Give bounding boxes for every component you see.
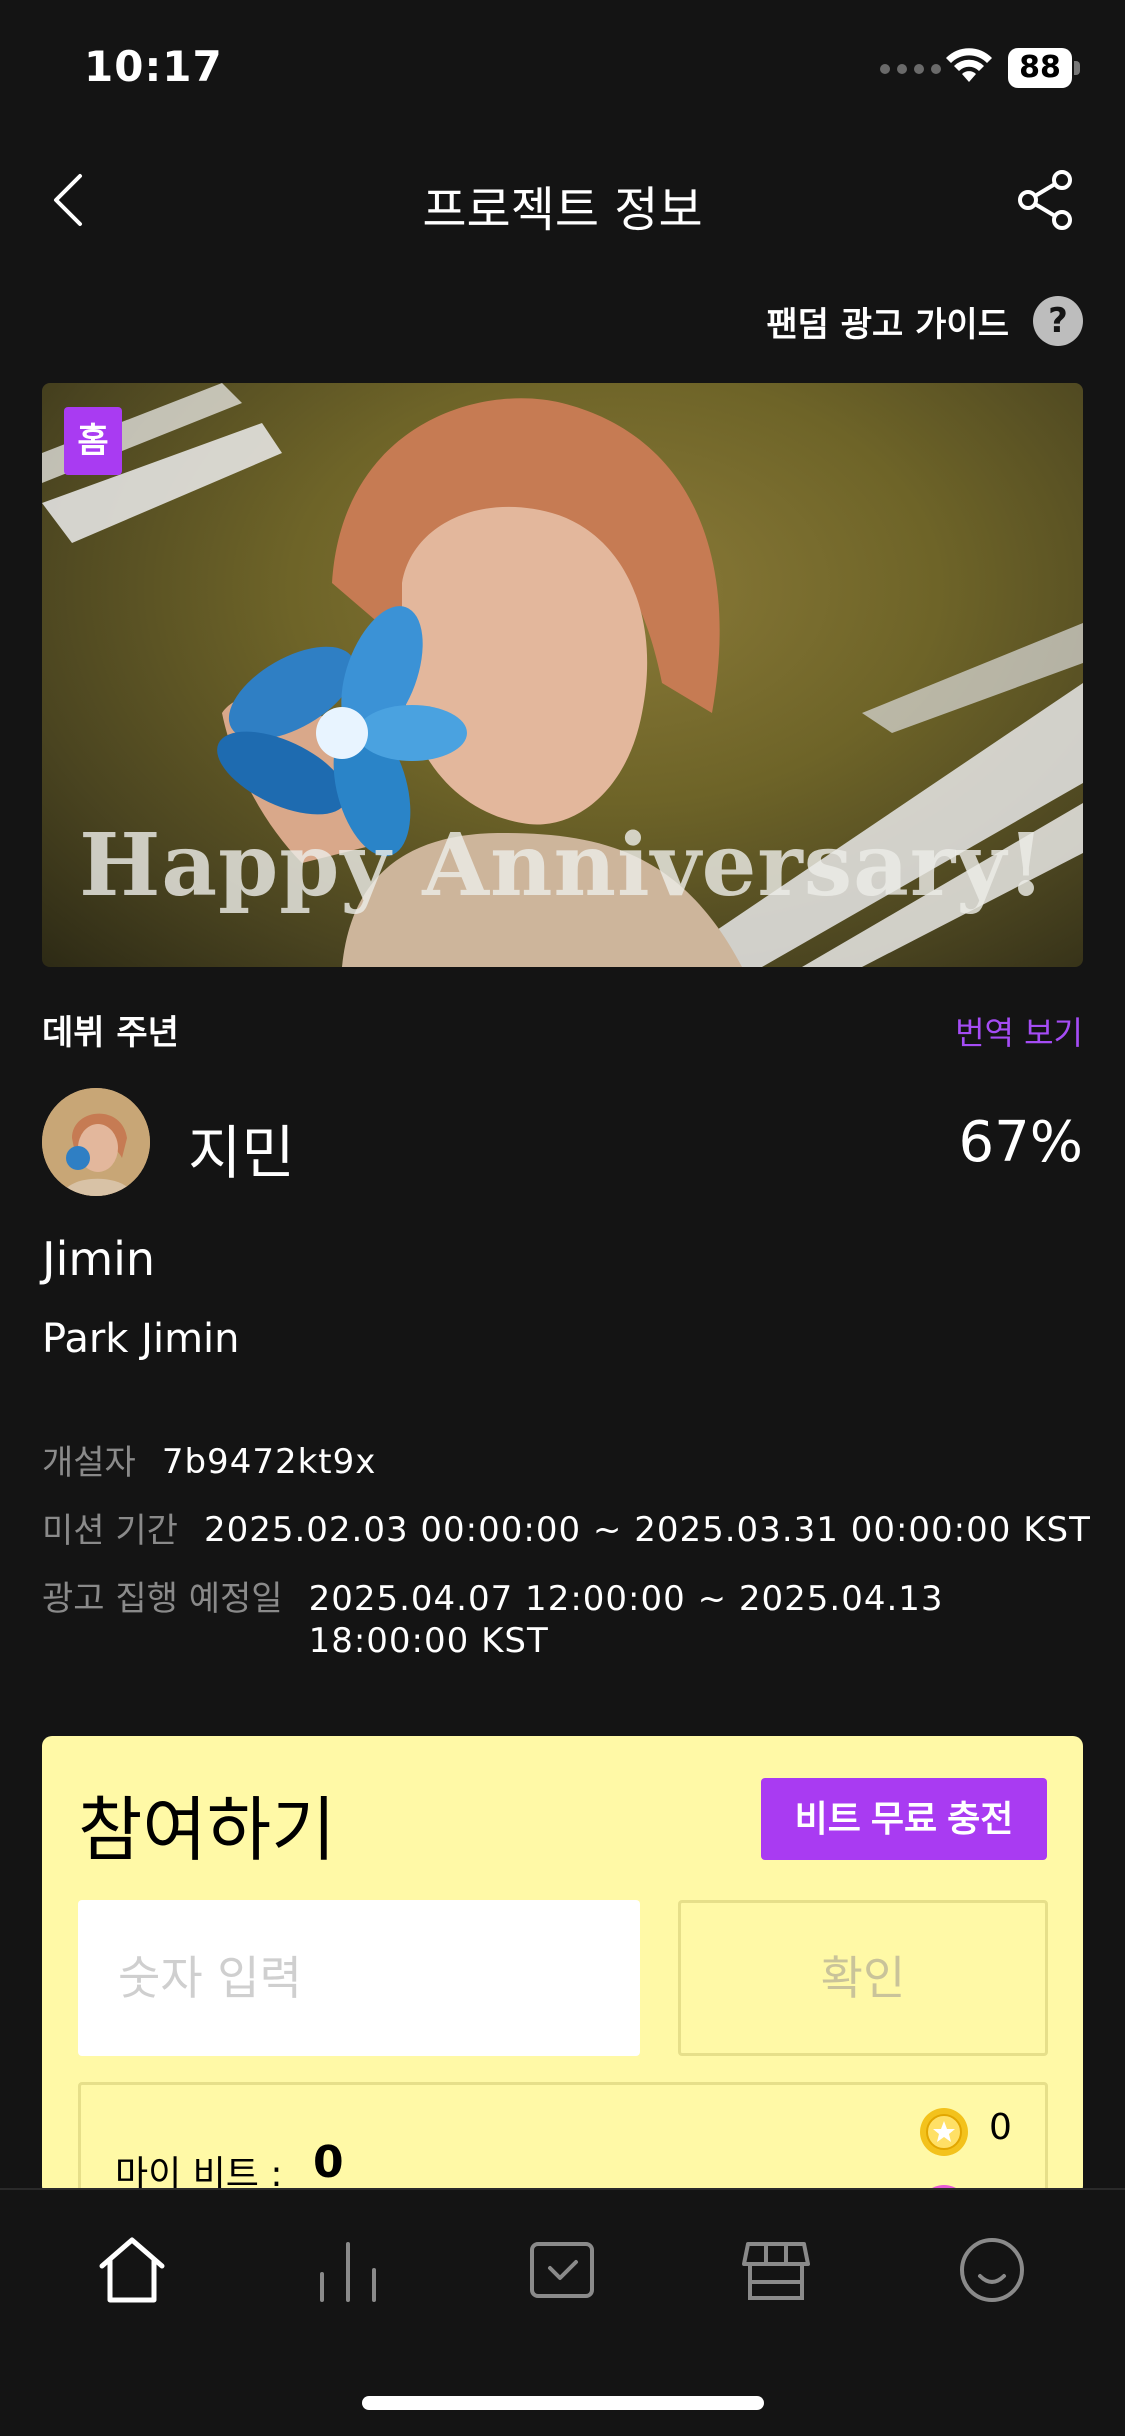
banner-caption: Happy Anniversary!	[79, 815, 1046, 916]
progress-percent: 67%	[958, 1110, 1083, 1175]
mission-period-label: 미션 기간	[42, 1511, 178, 1551]
ad-schedule-row: 광고 집행 예정일 2025.04.07 12:00:00 ~ 2025.04.…	[42, 1578, 1069, 1662]
status-bar: 10:17 88	[0, 0, 1125, 140]
project-name: 데뷔 주년	[42, 1013, 179, 1053]
creator-value: 7b9472kt9x	[161, 1442, 377, 1482]
page-title: 프로젝트 정보	[422, 182, 703, 238]
mission-period-row: 미션 기간 2025.02.03 00:00:00 ~ 2025.03.31 0…	[42, 1510, 1091, 1552]
status-time: 10:17	[84, 42, 223, 91]
creator-row: 개설자 7b9472kt9x	[42, 1442, 376, 1484]
gold-coin-icon	[920, 2108, 968, 2156]
home-badge: 홈	[64, 407, 122, 475]
inbox-icon[interactable]	[522, 2230, 602, 2310]
participate-card: 참여하기 비트 무료 충전 확인 마이 비트 : 0 0	[42, 1736, 1083, 2196]
artist-full-name: Park Jimin	[42, 1316, 240, 1362]
battery-level: 88	[1008, 48, 1072, 88]
help-icon[interactable]: ?	[1033, 296, 1083, 346]
battery-icon: 88	[1008, 48, 1080, 88]
guide-label: 팬덤 광고 가이드	[766, 304, 1009, 345]
free-bit-charge-button[interactable]: 비트 무료 충전	[761, 1778, 1047, 1860]
coin-count: 0	[989, 2107, 1012, 2148]
artist-name: 지민	[188, 1119, 295, 1187]
store-icon[interactable]	[736, 2230, 816, 2310]
creator-label: 개설자	[42, 1443, 136, 1483]
bit-amount-input[interactable]	[78, 1900, 640, 2056]
ad-schedule-value: 2025.04.07 12:00:00 ~ 2025.04.13 18:00:0…	[308, 1579, 944, 1661]
header: 프로젝트 정보	[0, 140, 1125, 260]
cellular-signal-icon	[880, 64, 941, 74]
confirm-button[interactable]: 확인	[678, 1900, 1048, 2056]
my-bits-value: 0	[313, 2137, 344, 2188]
home-icon[interactable]	[92, 2230, 172, 2310]
my-bits-panel: 마이 비트 : 0 0	[78, 2082, 1048, 2196]
smile-icon[interactable]	[952, 2230, 1032, 2310]
ad-schedule-label: 광고 집행 예정일	[42, 1579, 283, 1619]
artist-row: 지민 67%	[42, 1088, 1083, 1198]
home-indicator[interactable]	[362, 2396, 764, 2410]
mission-period-value: 2025.02.03 00:00:00 ~ 2025.03.31 00:00:0…	[203, 1510, 1091, 1550]
fandom-ad-guide-link[interactable]: 팬덤 광고 가이드 ?	[766, 296, 1083, 346]
artist-english-name: Jimin	[42, 1232, 156, 1286]
share-icon[interactable]	[1016, 168, 1076, 232]
translate-link[interactable]: 번역 보기	[955, 1008, 1083, 1054]
chart-icon[interactable]	[308, 2230, 388, 2310]
artist-avatar[interactable]	[42, 1088, 150, 1196]
participate-title: 참여하기	[78, 1789, 336, 1871]
wifi-icon	[946, 48, 992, 82]
project-banner-image: 홈 Happy Anniversary!	[42, 383, 1083, 967]
